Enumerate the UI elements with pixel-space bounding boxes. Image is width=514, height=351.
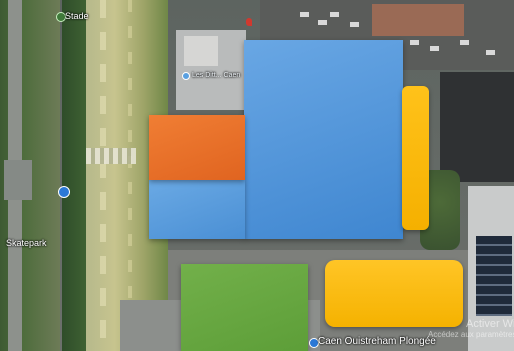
solar-panels [476,236,512,316]
yellow-zone-tall [402,86,429,230]
building-left [4,160,32,200]
car [330,12,339,17]
white-roof-annex [184,36,218,66]
watermark-settings-hint: Accédez aux paramètres [428,330,514,339]
car [430,46,439,51]
yellow-zone-wide [325,260,463,327]
blue-zone-small [149,180,245,239]
car [350,22,359,27]
label-stade: Stade [65,11,89,21]
crosswalk [86,148,136,164]
label-caen-plongee: Caen Ouistreham Plongée [318,336,436,347]
car [410,40,419,45]
green-zone [181,264,308,351]
car [486,50,495,55]
label-skatepark: Skatepark [6,238,47,248]
brick-roof [372,4,464,36]
label-building: Les Ditt... Caen [192,72,241,79]
lane-marking [100,0,106,351]
satellite-map[interactable]: Stade Les Ditt... Caen Skatepark Caen Ou… [0,0,514,351]
dark-roof-building [440,72,514,182]
red-marker-icon[interactable] [246,18,252,26]
watermark-activate-windows: Activer Windows [466,318,514,330]
location-pin-icon[interactable] [182,72,190,80]
tree-line [62,0,88,351]
blue-zone-large [244,40,403,239]
lane-marking-2 [128,0,132,351]
car [300,12,309,17]
car [460,40,469,45]
location-pin-icon[interactable] [58,186,70,198]
orange-zone [149,115,245,180]
car [318,20,327,25]
